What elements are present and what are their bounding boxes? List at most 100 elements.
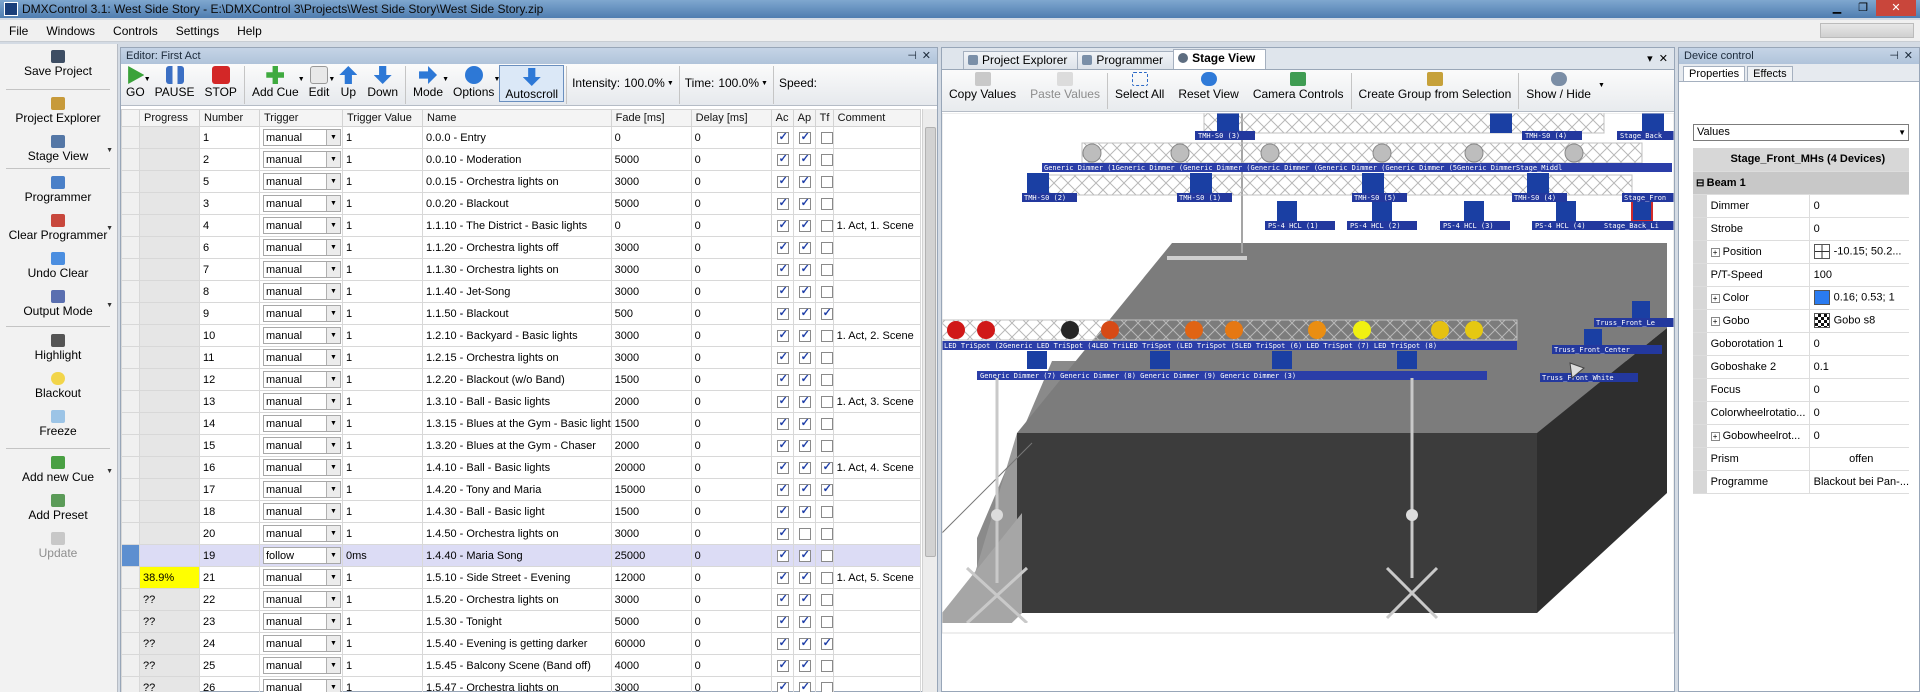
fade-cell[interactable]: 5000 (610, 610, 692, 633)
name-cell[interactable]: 1.4.30 - Ball - Basic light (422, 500, 612, 523)
number-cell[interactable]: 7 (199, 258, 260, 281)
down-button[interactable]: Down (362, 64, 403, 99)
chevron-down-icon[interactable]: ▼ (326, 526, 340, 541)
number-cell[interactable]: 8 (199, 280, 260, 303)
trigger-value-cell[interactable]: 1 (342, 478, 423, 501)
fade-cell[interactable]: 1500 (610, 500, 692, 523)
ac-checkbox[interactable] (776, 460, 789, 474)
ap-checkbox[interactable] (798, 262, 811, 276)
number-cell[interactable]: 23 (199, 610, 260, 633)
truss-front-fixture[interactable] (1632, 301, 1650, 319)
chevron-down-icon[interactable]: ▼ (326, 130, 340, 145)
trigger-select[interactable]: manual ▼ (263, 195, 341, 212)
fade-cell[interactable]: 3000 (610, 588, 692, 611)
trigger-select[interactable]: manual ▼ (263, 635, 341, 652)
delay-cell[interactable]: 0 (690, 588, 772, 611)
number-cell[interactable]: 26 (199, 676, 260, 692)
property-value[interactable]: 0 (1809, 401, 1909, 425)
chevron-down-icon[interactable]: ▼ (326, 460, 340, 475)
ap-checkbox[interactable] (798, 592, 811, 606)
delay-cell[interactable]: 0 (690, 258, 772, 281)
dimmer-fixture[interactable] (1464, 143, 1484, 163)
trigger-value-cell[interactable]: 1 (342, 214, 423, 237)
comment-cell[interactable] (832, 478, 921, 501)
row-header[interactable] (121, 214, 140, 237)
row-header[interactable] (121, 434, 140, 457)
chevron-down-icon[interactable]: ▼ (326, 240, 340, 255)
property-row[interactable]: + Gobo Gobo s8 (1693, 309, 1909, 333)
comment-cell[interactable] (832, 236, 921, 259)
minimize-button[interactable]: ▁ (1824, 0, 1850, 16)
table-row[interactable]: 17 manual ▼ 1 1.4.20 - Tony and Maria 15000 0 (121, 478, 921, 501)
dimmer-fixture[interactable] (1260, 143, 1280, 163)
trigger-select[interactable]: manual ▼ (263, 349, 341, 366)
row-header[interactable] (121, 676, 140, 692)
fade-cell[interactable]: 500 (610, 302, 692, 325)
ap-checkbox[interactable] (798, 527, 811, 540)
fade-cell[interactable]: 2000 (610, 434, 692, 457)
number-cell[interactable]: 14 (199, 412, 260, 435)
fade-cell[interactable]: 1500 (610, 368, 692, 391)
pin-icon[interactable]: ⊣ (1889, 48, 1899, 64)
pause-button[interactable]: PAUSE (150, 64, 200, 99)
property-row[interactable]: Programme Blackout bei Pan-... (1693, 470, 1909, 494)
number-cell[interactable]: 1 (199, 126, 260, 149)
fade-cell[interactable]: 3000 (610, 236, 692, 259)
ac-checkbox[interactable] (776, 526, 789, 540)
number-cell[interactable]: 24 (199, 632, 260, 655)
name-cell[interactable]: 0.0.10 - Moderation (422, 148, 612, 171)
tab-properties[interactable]: Properties (1683, 66, 1746, 81)
ap-checkbox[interactable] (798, 416, 811, 430)
name-cell[interactable]: 1.5.45 - Balcony Scene (Band off) (422, 654, 612, 677)
delay-cell[interactable]: 0 (690, 566, 772, 589)
trigger-select[interactable]: follow ▼ (263, 547, 341, 564)
delay-cell[interactable]: 0 (690, 632, 772, 655)
trigger-select[interactable]: manual ▼ (263, 503, 341, 520)
ac-checkbox[interactable] (776, 328, 789, 342)
chevron-down-icon[interactable]: ▾ (1647, 53, 1653, 65)
row-header[interactable] (121, 192, 140, 215)
delay-cell[interactable]: 0 (690, 192, 772, 215)
col-trigger-value[interactable]: Trigger Value (342, 109, 423, 127)
led-fixture[interactable] (1101, 321, 1119, 339)
row-header[interactable] (121, 280, 140, 303)
number-cell[interactable]: 10 (199, 324, 260, 347)
menu-file[interactable]: File (0, 24, 37, 38)
number-cell[interactable]: 9 (199, 302, 260, 325)
col-fade[interactable]: Fade [ms] (610, 109, 692, 127)
ap-checkbox[interactable] (798, 372, 811, 386)
comment-cell[interactable]: 1. Act, 4. Scene (832, 456, 921, 479)
number-cell[interactable]: 13 (199, 390, 260, 413)
number-cell[interactable]: 17 (199, 478, 260, 501)
number-cell[interactable]: 22 (199, 588, 260, 611)
trigger-select[interactable]: manual ▼ (263, 657, 341, 674)
chevron-down-icon[interactable]: ▼ (326, 482, 340, 497)
tf-checkbox[interactable] (820, 460, 833, 474)
row-header[interactable] (121, 368, 140, 391)
ap-checkbox[interactable] (798, 350, 811, 364)
table-row[interactable]: 9 manual ▼ 1 1.1.50 - Blackout 500 0 (121, 302, 921, 325)
paste-values-button[interactable]: Paste Values (1023, 70, 1107, 111)
tf-checkbox[interactable] (820, 395, 833, 408)
ps4-fixture[interactable] (1372, 201, 1392, 221)
ap-checkbox[interactable] (798, 482, 811, 496)
update-button[interactable]: Update (0, 532, 116, 560)
up-button[interactable]: Up (334, 64, 362, 99)
delay-cell[interactable]: 0 (690, 434, 772, 457)
close-button[interactable]: ✕ (1876, 0, 1916, 16)
trigger-select[interactable]: manual ▼ (263, 481, 341, 498)
comment-cell[interactable] (832, 126, 921, 149)
row-header[interactable] (121, 522, 140, 545)
delay-cell[interactable]: 0 (690, 346, 772, 369)
chevron-down-icon[interactable]: ▼ (106, 468, 113, 475)
name-cell[interactable]: 1.1.30 - Orchestra lights on (422, 258, 612, 281)
ac-checkbox[interactable] (776, 482, 789, 496)
name-cell[interactable]: 1.5.30 - Tonight (422, 610, 612, 633)
comment-cell[interactable]: 1. Act, 2. Scene (832, 324, 921, 347)
trigger-value-cell[interactable]: 1 (342, 412, 423, 435)
output-mode-button[interactable]: Output Mode (0, 290, 116, 318)
comment-cell[interactable] (832, 610, 921, 633)
property-row[interactable]: Focus 0 (1693, 378, 1909, 402)
chevron-down-icon[interactable]: ▼ (326, 570, 340, 585)
truss-front-fixture[interactable] (1584, 329, 1602, 347)
